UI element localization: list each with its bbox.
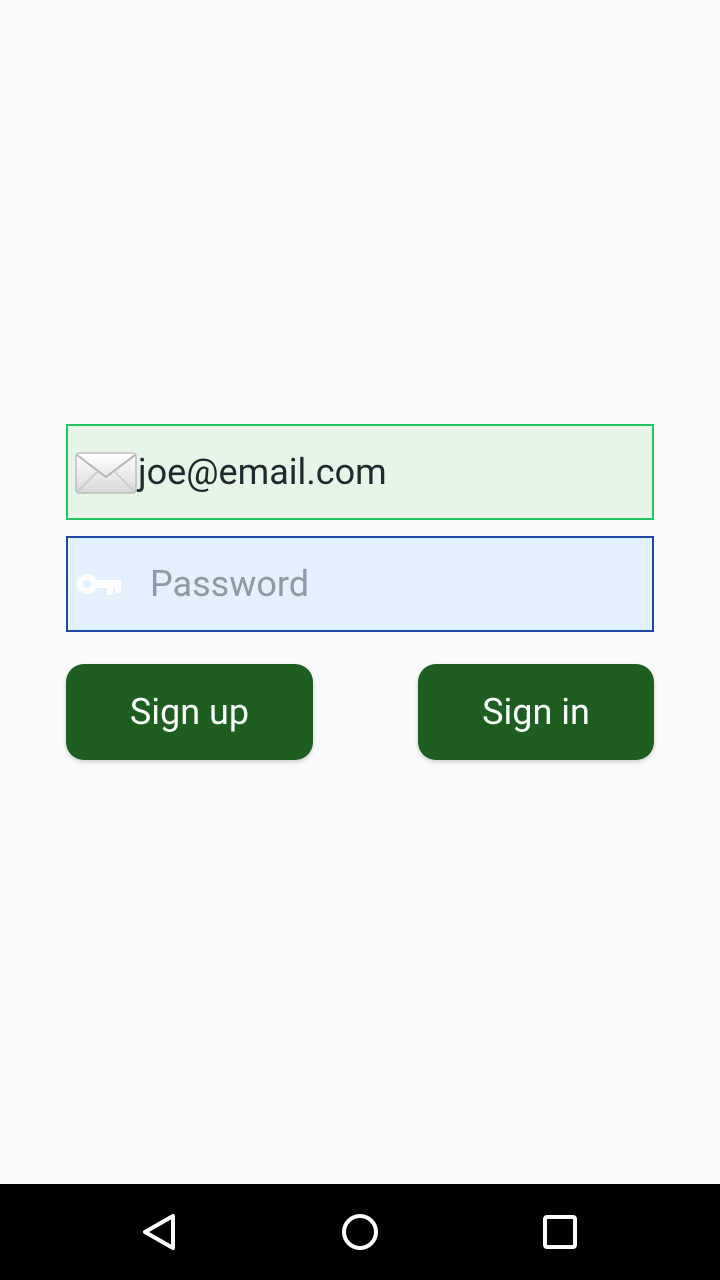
email-field[interactable]: joe@email.com: [66, 424, 654, 520]
home-icon[interactable]: [340, 1212, 380, 1252]
email-value: joe@email.com: [138, 451, 387, 493]
sign-in-button[interactable]: Sign in: [418, 664, 654, 760]
recents-icon[interactable]: [540, 1212, 580, 1252]
key-icon: [76, 568, 122, 600]
sign-up-button[interactable]: Sign up: [66, 664, 313, 760]
password-input[interactable]: [150, 538, 640, 630]
back-icon[interactable]: [140, 1212, 180, 1252]
login-screen: joe@email.com Sign up Sign in: [0, 0, 720, 1280]
password-field[interactable]: [66, 536, 654, 632]
navigation-bar: [0, 1184, 720, 1280]
envelope-icon: [74, 450, 138, 496]
